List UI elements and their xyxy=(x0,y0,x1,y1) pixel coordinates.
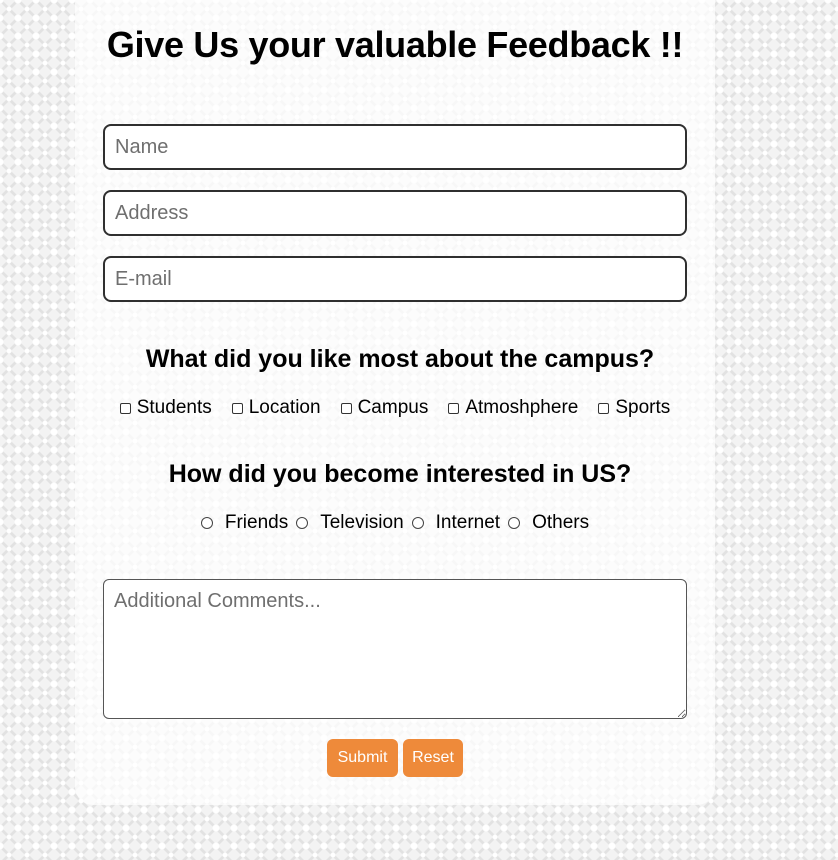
email-input[interactable] xyxy=(103,256,687,302)
television-radio[interactable] xyxy=(296,517,309,529)
friends-radio[interactable] xyxy=(200,517,213,529)
option-label: Atmoshphere xyxy=(465,397,579,418)
internet-radio[interactable] xyxy=(411,517,424,529)
campus-likes-options: Students Location Campus Atmoshphere Spo… xyxy=(0,397,790,419)
submit-button[interactable]: Submit xyxy=(327,739,398,777)
option-internet[interactable]: Internet xyxy=(411,512,501,534)
option-atmosphere[interactable]: Atmoshphere xyxy=(448,397,578,419)
option-label: Television xyxy=(320,512,404,533)
option-label: Students xyxy=(136,397,212,418)
campus-checkbox[interactable] xyxy=(340,402,352,414)
atmosphere-checkbox[interactable] xyxy=(448,402,460,414)
question-interest-source: How did you become interested in US? xyxy=(168,460,632,488)
option-location[interactable]: Location xyxy=(231,397,321,419)
interest-source-options: Friends Television Internet Others xyxy=(0,512,790,534)
name-input[interactable] xyxy=(103,124,687,170)
option-label: Internet xyxy=(435,512,501,533)
option-label: Friends xyxy=(224,512,289,533)
option-label: Location xyxy=(248,397,321,418)
students-checkbox[interactable] xyxy=(119,402,131,414)
option-friends[interactable]: Friends xyxy=(200,512,289,534)
option-label: Campus xyxy=(357,397,429,418)
page-title: Give Us your valuable Feedback !! xyxy=(106,24,684,65)
location-checkbox[interactable] xyxy=(231,402,243,414)
option-television[interactable]: Television xyxy=(296,512,404,534)
option-campus[interactable]: Campus xyxy=(340,397,429,419)
option-others[interactable]: Others xyxy=(508,512,589,534)
others-radio[interactable] xyxy=(508,517,521,529)
option-label: Sports xyxy=(615,397,671,418)
reset-button[interactable]: Reset xyxy=(403,739,463,777)
question-campus-likes: What did you like most about the campus? xyxy=(145,345,655,373)
address-input[interactable] xyxy=(103,190,687,236)
option-sports[interactable]: Sports xyxy=(598,397,670,419)
comments-textarea[interactable] xyxy=(103,579,687,719)
sports-checkbox[interactable] xyxy=(598,402,610,414)
option-students[interactable]: Students xyxy=(119,397,212,419)
option-label: Others xyxy=(532,512,590,533)
